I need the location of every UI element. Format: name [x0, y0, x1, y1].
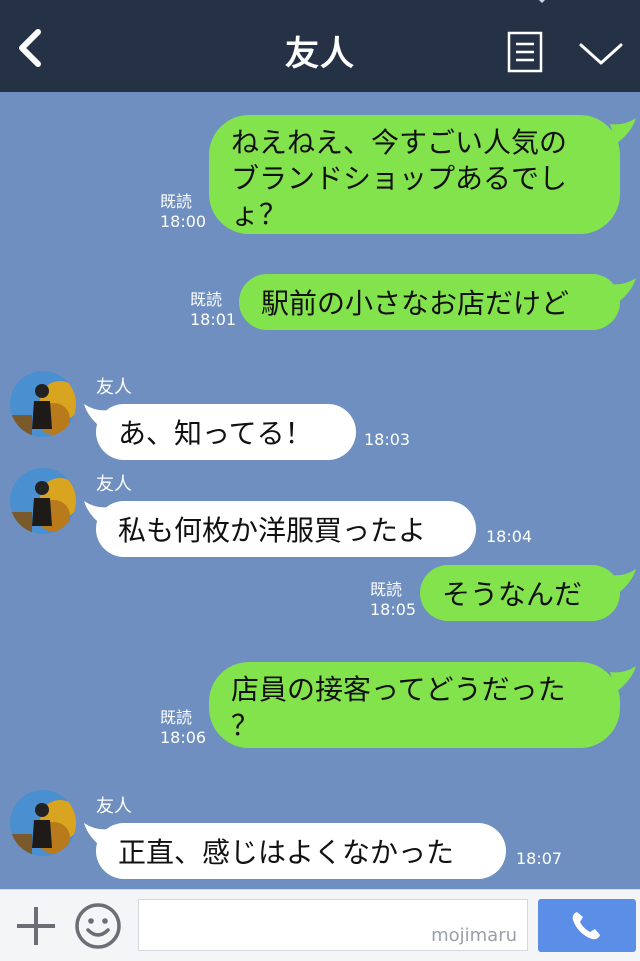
status-bar-fragment-icon — [539, 0, 545, 3]
message-meta: 既読 18:00 — [160, 192, 206, 232]
plus-icon[interactable] — [14, 904, 58, 948]
read-receipt: 既読 — [190, 290, 223, 309]
watermark-text: mojimaru — [431, 925, 517, 946]
message-time: 18:06 — [160, 728, 207, 747]
message-meta: 既読 18:06 — [160, 708, 206, 748]
read-receipt: 既読 — [370, 580, 403, 599]
sender-name: 友人 — [96, 796, 132, 817]
avatar-image — [10, 468, 76, 534]
message-meta: 既読 18:05 — [370, 580, 416, 620]
friend-avatar[interactable] — [10, 790, 76, 856]
message-time: 18:07 — [516, 849, 563, 868]
bubble-tail — [610, 666, 636, 692]
bubble-tail — [610, 118, 636, 144]
outgoing-message-bubble[interactable]: 店員の接客ってどうだった ？ — [209, 662, 620, 748]
sender-name: 友人 — [96, 377, 132, 398]
avatar-image — [10, 371, 76, 437]
message-input-bar: mojimaru — [0, 889, 640, 961]
message-input[interactable]: mojimaru — [138, 899, 528, 951]
phone-icon — [572, 912, 600, 940]
chevron-down-icon[interactable] — [578, 40, 624, 68]
friend-avatar[interactable] — [10, 468, 76, 534]
incoming-message-bubble[interactable]: あ、知ってる！ — [96, 404, 356, 460]
message-time: 18:01 — [190, 310, 237, 329]
avatar-image — [10, 790, 76, 856]
incoming-message-bubble[interactable]: 私も何枚か洋服買ったよ — [96, 501, 476, 557]
incoming-message-bubble[interactable]: 正直、感じはよくなかった — [96, 823, 506, 879]
message-time: 18:00 — [160, 212, 207, 231]
emoji-icon[interactable] — [74, 902, 122, 950]
note-list-icon[interactable] — [507, 31, 543, 73]
call-button[interactable] — [538, 899, 636, 952]
read-receipt: 既読 — [160, 708, 193, 727]
chat-area[interactable]: 既読 18:00 ねえねえ、今すごい人気の ブランドショップあるでし ょ？ 既読… — [0, 92, 640, 889]
message-meta: 既読 18:01 — [190, 290, 236, 330]
chat-title: 友人 — [285, 34, 355, 74]
message-time: 18:03 — [364, 430, 411, 449]
read-receipt: 既読 — [160, 192, 193, 211]
message-time: 18:05 — [370, 600, 417, 619]
sender-name: 友人 — [96, 474, 132, 495]
outgoing-message-bubble[interactable]: 駅前の小さなお店だけど — [239, 274, 620, 330]
outgoing-message-bubble[interactable]: そうなんだ — [420, 565, 620, 621]
message-time: 18:04 — [486, 527, 533, 546]
bubble-tail — [610, 278, 636, 304]
bubble-tail — [610, 569, 636, 595]
chat-header: 友人 — [0, 0, 640, 92]
outgoing-message-bubble[interactable]: ねえねえ、今すごい人気の ブランドショップあるでし ょ？ — [209, 115, 620, 234]
friend-avatar[interactable] — [10, 371, 76, 437]
